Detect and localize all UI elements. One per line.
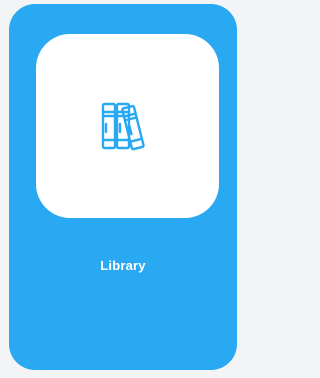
page: Library (0, 0, 240, 378)
library-tile[interactable]: Library (9, 4, 237, 370)
books-icon (96, 94, 160, 158)
icon-container (36, 34, 219, 218)
tile-label: Library (100, 258, 146, 273)
